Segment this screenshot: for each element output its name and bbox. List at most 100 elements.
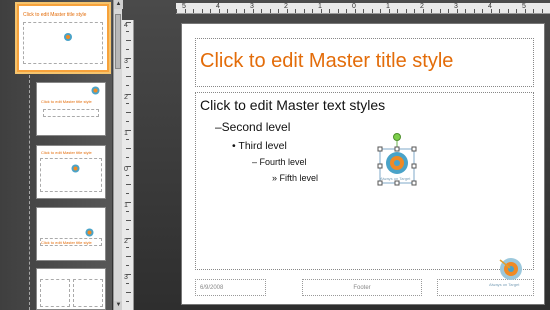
thumbnail-layout-two-content[interactable] xyxy=(36,268,106,310)
vertical-ruler-tick xyxy=(126,265,129,266)
horizontal-ruler-tick xyxy=(218,9,220,13)
horizontal-ruler-tick xyxy=(388,9,390,13)
horizontal-ruler-tick xyxy=(524,9,526,13)
horizontal-ruler-tick xyxy=(490,9,492,13)
vertical-ruler-tick xyxy=(126,148,131,149)
vertical-ruler-tick xyxy=(126,40,131,41)
horizontal-ruler-tick xyxy=(269,9,271,13)
horizontal-ruler-tick xyxy=(456,9,458,13)
horizontal-ruler-tick xyxy=(405,9,407,13)
horizontal-ruler-tick xyxy=(252,9,254,13)
vertical-ruler-tick xyxy=(126,184,131,185)
body-placeholder[interactable]: Click to edit Master text styles –Second… xyxy=(195,92,534,270)
clipart-caption: Always on Target xyxy=(380,176,411,181)
target-icon xyxy=(91,86,100,95)
horizontal-ruler-tick xyxy=(354,9,356,13)
vertical-ruler-tick xyxy=(126,247,129,248)
horizontal-ruler-tick xyxy=(499,9,500,13)
thumbnail-left-placeholder xyxy=(40,279,70,307)
bullet-level-5: » Fifth level xyxy=(272,173,319,183)
horizontal-ruler-tick xyxy=(448,9,449,13)
thumbnail-layout-section[interactable]: Click to edit Master title style xyxy=(36,207,106,261)
horizontal-ruler-tick xyxy=(541,9,543,13)
horizontal-ruler-tick xyxy=(473,9,475,13)
horizontal-ruler-tick xyxy=(422,9,424,13)
horizontal-ruler-tick xyxy=(235,9,237,13)
powerpoint-slide-master-view: Click to edit Master title style Click t… xyxy=(0,0,550,310)
vertical-ruler-tick xyxy=(126,220,131,221)
vertical-ruler-label: 0 xyxy=(124,166,128,173)
horizontal-ruler-tick xyxy=(312,9,313,13)
thumbnail-subtitle-placeholder xyxy=(43,109,99,117)
horizontal-ruler-tick xyxy=(286,9,288,13)
thumbnail-title: Click to edit Master title style xyxy=(23,12,87,18)
clipart-target-corner[interactable]: Always on Target xyxy=(488,256,528,292)
vertical-ruler-tick xyxy=(126,112,131,113)
horizontal-ruler-tick xyxy=(184,9,186,13)
vertical-ruler-tick xyxy=(126,193,129,194)
horizontal-ruler-tick xyxy=(320,9,322,13)
date-placeholder[interactable]: 6/9/2008 xyxy=(195,279,266,296)
horizontal-ruler-tick xyxy=(303,9,305,13)
clipart-target-selected[interactable]: Always on Target xyxy=(376,133,418,187)
horizontal-ruler-tick xyxy=(371,9,373,13)
thumbnail-scrollbar[interactable]: ▲ ▼ xyxy=(113,0,123,310)
vertical-ruler-tick xyxy=(126,202,131,203)
thumbnail-title: Click to edit Master title style xyxy=(41,99,92,104)
vertical-ruler-tick xyxy=(126,292,131,293)
horizontal-ruler-tick xyxy=(482,9,483,13)
vertical-ruler-tick xyxy=(126,67,129,68)
horizontal-ruler-tick xyxy=(329,9,330,13)
scrollbar-thumb[interactable] xyxy=(115,14,121,69)
horizontal-ruler-tick xyxy=(465,9,466,13)
thumbnail-title: Click to edit Master title style xyxy=(41,150,92,155)
thumbnail-layout-title[interactable]: Click to edit Master title style xyxy=(36,82,106,136)
thumbnail-title-placeholder xyxy=(40,238,102,246)
vertical-ruler-tick xyxy=(126,130,131,131)
vertical-ruler-tick xyxy=(126,229,129,230)
thumbnail-pane[interactable]: Click to edit Master title style Click t… xyxy=(0,0,112,310)
footer-placeholder[interactable]: Footer xyxy=(302,279,422,296)
horizontal-ruler-tick xyxy=(439,9,441,13)
vertical-ruler-tick xyxy=(126,121,129,122)
horizontal-ruler-tick xyxy=(337,9,339,13)
vertical-ruler-tick xyxy=(126,175,129,176)
horizontal-ruler-tick xyxy=(533,9,534,13)
horizontal-ruler-tick xyxy=(244,9,245,13)
thumbnail-body-placeholder xyxy=(23,22,103,64)
vertical-ruler-tick xyxy=(126,31,129,32)
target-icon xyxy=(71,164,80,173)
bullet-level-4: – Fourth level xyxy=(252,157,307,167)
target-icon xyxy=(85,228,94,237)
title-placeholder[interactable]: Click to edit Master title style xyxy=(195,38,534,87)
vertical-ruler-tick xyxy=(126,274,131,275)
thumbnail-layout-content[interactable]: Click to edit Master title style xyxy=(36,145,106,199)
horizontal-ruler-tick xyxy=(380,9,381,13)
vertical-ruler-tick xyxy=(126,58,131,59)
bullet-level-2: –Second level xyxy=(215,120,291,134)
thumbnail-right-placeholder xyxy=(73,279,103,307)
vertical-ruler: 4 3 2 1 0 1 2 3 xyxy=(122,20,134,310)
horizontal-ruler-tick xyxy=(295,9,296,13)
clipart-caption: Always on Target xyxy=(489,282,520,287)
thumbnail-slide-master[interactable]: Click to edit Master title style xyxy=(17,4,109,72)
vertical-ruler-tick xyxy=(126,166,131,167)
bullet-level-3: • Third level xyxy=(232,140,287,152)
horizontal-ruler-tick xyxy=(431,9,432,13)
vertical-ruler-tick xyxy=(126,256,131,257)
vertical-ruler-tick xyxy=(126,49,129,50)
vertical-ruler-label: 1 xyxy=(124,130,128,137)
vertical-ruler-label: 2 xyxy=(124,94,128,101)
bullet-level-1: Click to edit Master text styles xyxy=(200,97,386,113)
slide-canvas[interactable]: Click to edit Master title style Click t… xyxy=(181,23,545,305)
layout-connector xyxy=(29,75,30,310)
vertical-ruler-tick xyxy=(126,139,129,140)
horizontal-ruler-tick xyxy=(210,9,211,13)
vertical-ruler-label: 2 xyxy=(124,238,128,245)
target-icon xyxy=(64,33,72,41)
slide-title: Click to edit Master title style xyxy=(200,50,454,72)
scroll-up-arrow-icon[interactable]: ▲ xyxy=(114,0,123,9)
vertical-ruler-tick xyxy=(126,157,129,158)
vertical-ruler-tick xyxy=(126,211,129,212)
horizontal-ruler: 54321012345 xyxy=(176,3,550,14)
